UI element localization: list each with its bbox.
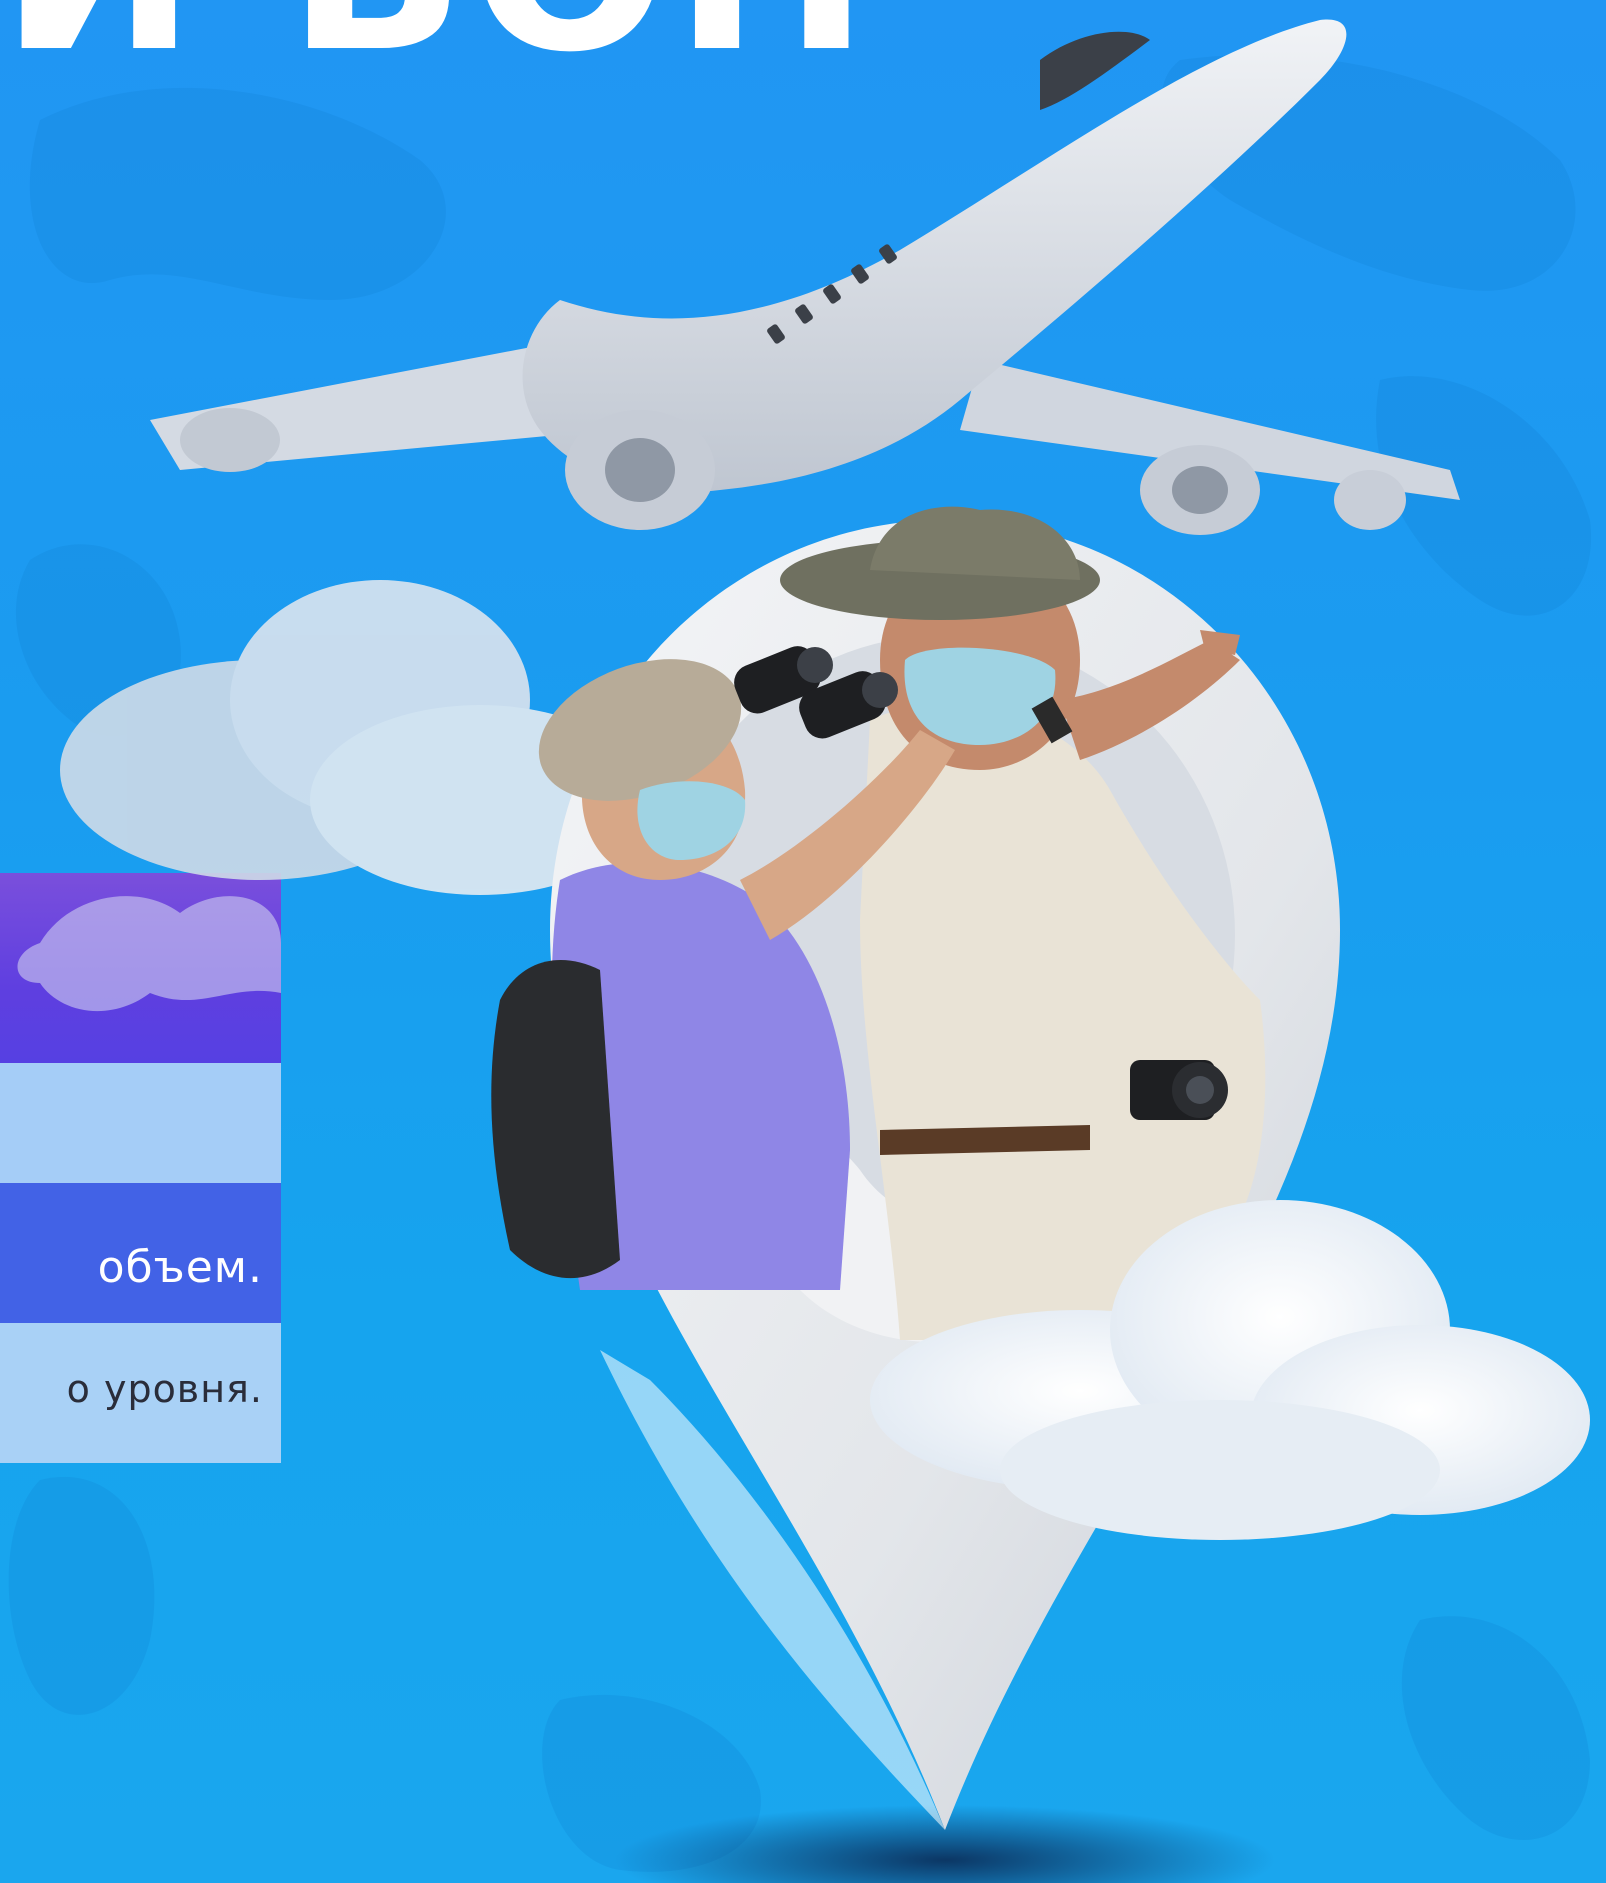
travel-illustration — [60, 19, 1590, 1883]
poster: И БОНУС объем. о уровня. — [0, 0, 1606, 1883]
camera-icon — [1130, 1060, 1228, 1120]
airplane-icon — [150, 19, 1460, 535]
